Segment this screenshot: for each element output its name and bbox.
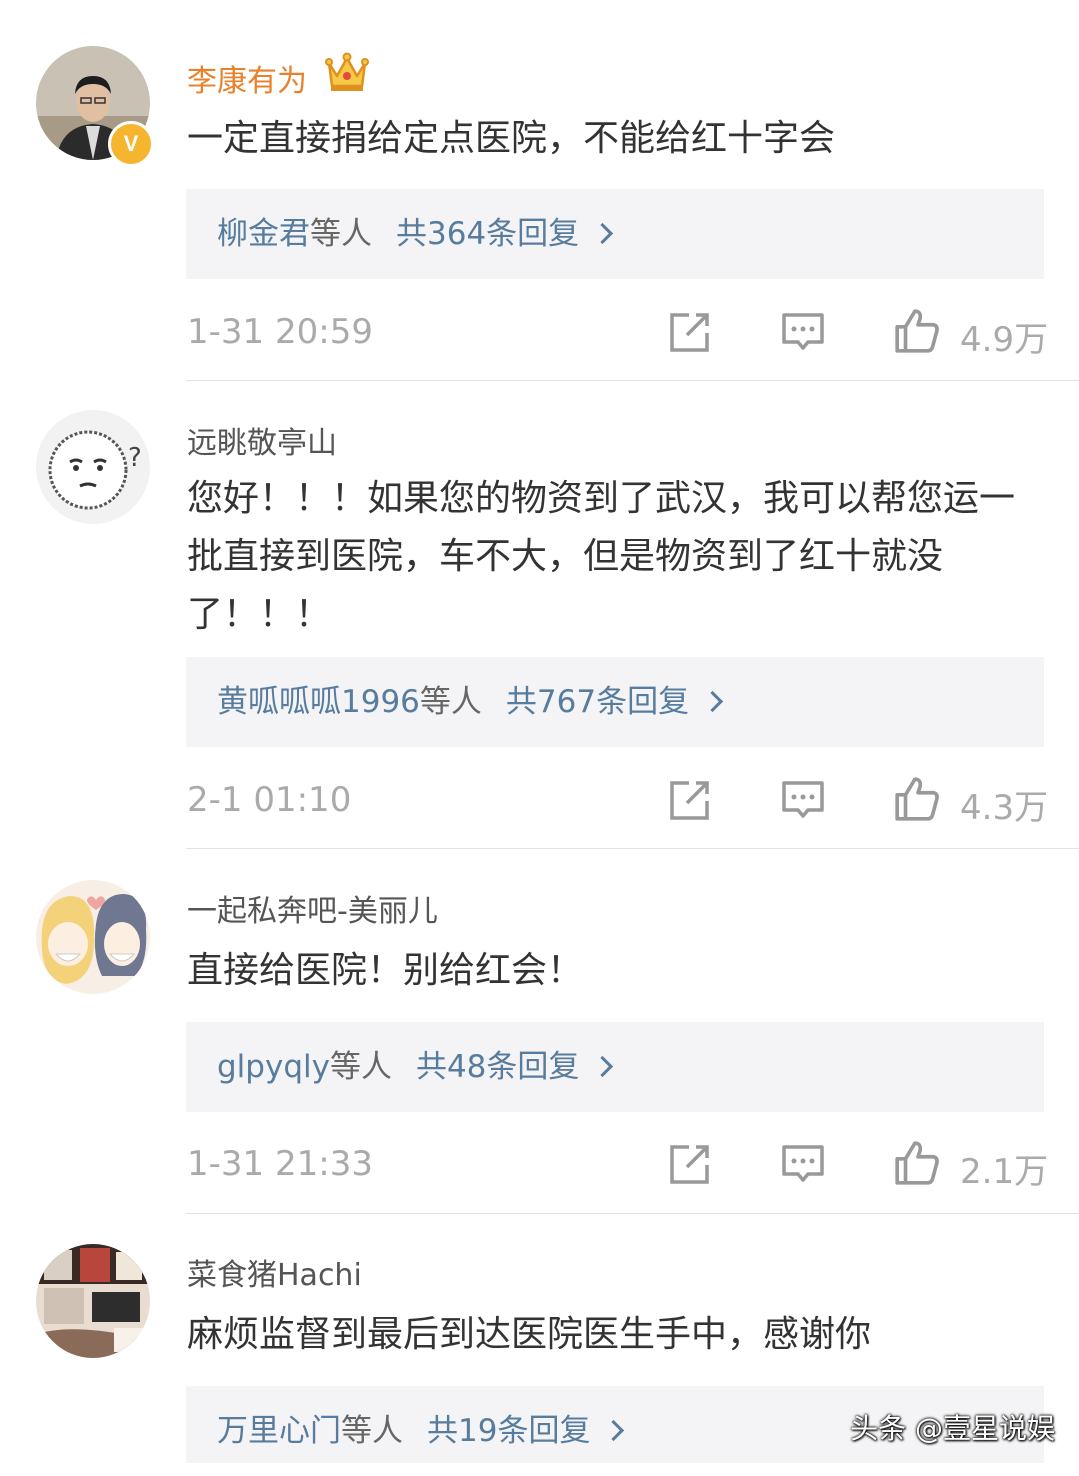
username[interactable]: 菜食猪Hachi <box>187 1250 362 1294</box>
reply-count-link[interactable]: 共19条回复 <box>427 1413 590 1449</box>
watermark: 头条 @壹星说娱 <box>850 1412 1055 1445</box>
reply-suffix: 等人 <box>341 1413 403 1449</box>
avatar[interactable] <box>36 1244 150 1358</box>
comment-text: 麻烦监督到最后到达医院医生手中，感谢你 <box>187 1314 872 1355</box>
chevron-right-icon <box>603 1419 625 1442</box>
reply-users[interactable]: 万里心门 <box>217 1413 341 1449</box>
comment-item: 菜食猪Hachi 麻烦监督到最后到达医院医生手中，感谢你 万里心门等人 共19条回… <box>0 0 1079 1463</box>
